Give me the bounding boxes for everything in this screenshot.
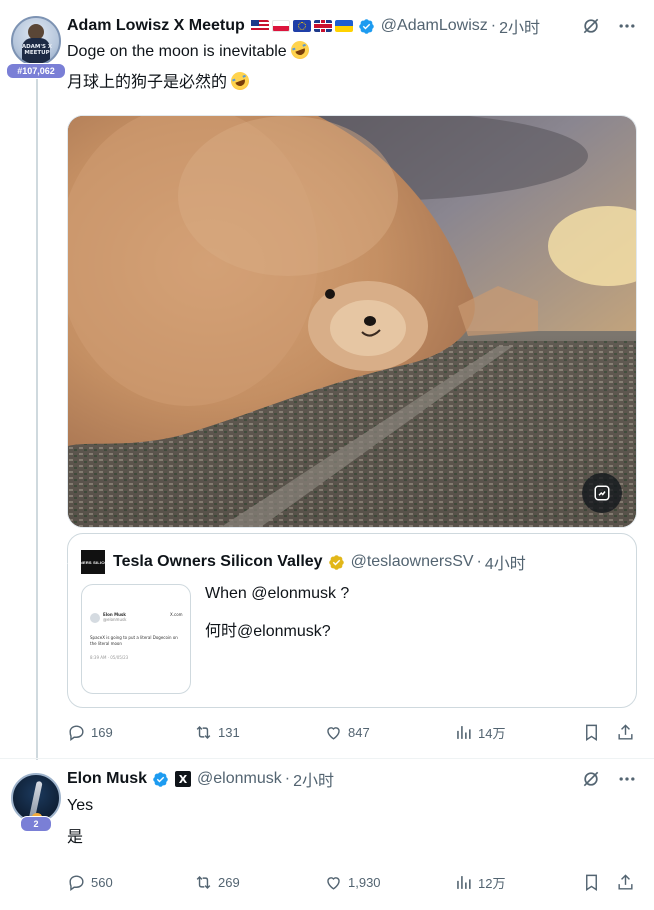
thumb-body-line-1: SpaceX is going to put a literal Dogecoi… <box>90 635 178 640</box>
avatar[interactable]: ADAM'S X MEETUP <box>11 16 61 66</box>
ukraine-flag-icon <box>334 20 353 32</box>
quote-header: TESLA OWNERS SILICON VALLEY Tesla Owners… <box>57 550 526 574</box>
like-button[interactable]: 847 <box>324 720 370 744</box>
tweet-text: Yes <box>67 797 94 814</box>
bookmark-button[interactable] <box>582 870 601 894</box>
bookmark-icon <box>586 874 597 891</box>
share-icon <box>618 873 633 890</box>
more-icon[interactable] <box>616 15 638 37</box>
thumb-handle: @elonmusk <box>103 617 127 622</box>
reply-icon <box>69 874 84 891</box>
grok-icon[interactable] <box>580 15 602 37</box>
handle[interactable]: @AdamLowisz <box>381 17 488 35</box>
retweet-icon <box>196 725 211 739</box>
retweet-button[interactable]: 269 <box>194 870 240 894</box>
tweet-actions: 560 269 1,930 12万 <box>67 870 637 894</box>
rofl-emoji-icon <box>228 69 252 93</box>
views-button[interactable]: 12万 <box>454 870 505 894</box>
tweet-text: Doge on the moon is inevitable <box>67 43 287 60</box>
quoted-tweet[interactable]: TESLA OWNERS SILICON VALLEY Tesla Owners… <box>57 533 637 708</box>
retweet-count: 131 <box>218 724 240 740</box>
thumb-site: X.com <box>170 612 183 617</box>
timeline: ADAM'S X MEETUP #107,062 Adam Lowisz X M… <box>0 0 654 910</box>
reply-button[interactable]: 169 <box>67 720 113 744</box>
avatar-rocket <box>29 780 43 818</box>
views-button[interactable]: 14万 <box>454 720 505 744</box>
tweet-text-translation: 月球上的狗子是必然的 <box>67 74 228 91</box>
doge-sandstorm-image <box>68 116 636 527</box>
tweet-elon-musk[interactable]: 2 Elon Musk X @elonmusk · 2小时 Yes 是 560 … <box>0 758 654 910</box>
verified-badge-icon <box>359 18 374 34</box>
reply-count: 169 <box>91 724 113 740</box>
us-flag-icon <box>250 20 269 32</box>
tweet-top-actions <box>580 15 638 37</box>
verified-badge-icon <box>153 771 168 787</box>
reply-icon <box>69 724 84 741</box>
bookmark-button[interactable] <box>582 720 601 744</box>
timestamp[interactable]: 2小时 <box>499 14 540 38</box>
share-button[interactable] <box>616 720 635 744</box>
alt-edit-icon[interactable] <box>582 473 622 513</box>
x-logo-icon: X <box>175 771 192 787</box>
views-icon <box>457 725 471 739</box>
avatar-text: ADAM'S X MEETUP <box>21 44 53 56</box>
quote-timestamp[interactable]: 4小时 <box>485 550 526 574</box>
tweet-header: Adam Lowisz X Meetup @AdamLowisz · 2小时 <box>67 15 540 37</box>
bookmark-icon <box>586 724 597 741</box>
grok-icon[interactable] <box>580 768 602 790</box>
quote-text-line-2: 何时@elonmusk? <box>205 623 331 640</box>
uk-flag-icon <box>313 20 332 32</box>
tweet-text-translation: 是 <box>67 829 84 846</box>
like-count: 847 <box>348 724 370 740</box>
retweet-icon <box>196 875 211 889</box>
display-name[interactable]: Adam Lowisz X Meetup <box>67 17 245 35</box>
view-count: 12万 <box>478 875 506 891</box>
heart-icon <box>327 876 340 890</box>
quote-display-name[interactable]: Tesla Owners Silicon Valley <box>113 553 323 571</box>
tweet-actions: 169 131 847 14万 <box>67 720 637 744</box>
separator-dot: · <box>284 770 291 787</box>
handle[interactable]: @elonmusk <box>197 770 282 788</box>
tweet-adam-lowisz[interactable]: ADAM'S X MEETUP #107,062 Adam Lowisz X M… <box>0 0 654 758</box>
community-badge: #107,062 <box>6 63 66 79</box>
tweet-header: Elon Musk X @elonmusk · 2小时 <box>67 768 334 790</box>
tweet-top-actions <box>580 768 638 790</box>
share-icon <box>618 723 633 740</box>
rofl-emoji-icon <box>288 38 312 62</box>
views-icon <box>457 875 471 889</box>
tweet-image[interactable] <box>67 115 637 528</box>
view-count: 14万 <box>478 725 506 741</box>
quote-handle[interactable]: @teslaownersSV <box>351 553 474 571</box>
quote-thumbnail[interactable]: Elon Musk @elonmusk X.com SpaceX is goin… <box>81 584 191 694</box>
separator-dot: · <box>476 553 482 570</box>
like-count: 1,930 <box>348 874 381 890</box>
heart-icon <box>327 726 340 740</box>
quote-avatar[interactable]: TESLA OWNERS SILICON VALLEY <box>57 550 129 574</box>
community-badge: 2 <box>20 816 52 832</box>
share-button[interactable] <box>616 870 635 894</box>
poland-flag-icon <box>271 20 290 32</box>
reply-count: 560 <box>91 874 113 890</box>
thumb-timestamp: 8:39 AM · 05/05/23 <box>90 655 129 660</box>
verified-gold-badge-icon <box>328 554 344 570</box>
retweet-button[interactable]: 131 <box>194 720 240 744</box>
quote-text-line-1: When @elonmusk ? <box>205 585 350 602</box>
retweet-count: 269 <box>218 874 240 890</box>
flag-emojis <box>250 20 353 32</box>
separator-dot: · <box>490 17 497 34</box>
more-icon[interactable] <box>616 768 638 790</box>
like-button[interactable]: 1,930 <box>324 870 381 894</box>
tweet-text-line-1: Doge on the moon is inevitable <box>67 38 312 62</box>
tweet-text-line-2: 月球上的狗子是必然的 <box>67 69 252 93</box>
display-name[interactable]: Elon Musk <box>67 770 147 788</box>
eu-flag-icon <box>292 20 311 32</box>
reply-button[interactable]: 560 <box>67 870 113 894</box>
thumb-avatar <box>90 613 100 623</box>
timestamp[interactable]: 2小时 <box>293 767 334 791</box>
thumb-body-line-2: the literal moon <box>90 641 122 646</box>
